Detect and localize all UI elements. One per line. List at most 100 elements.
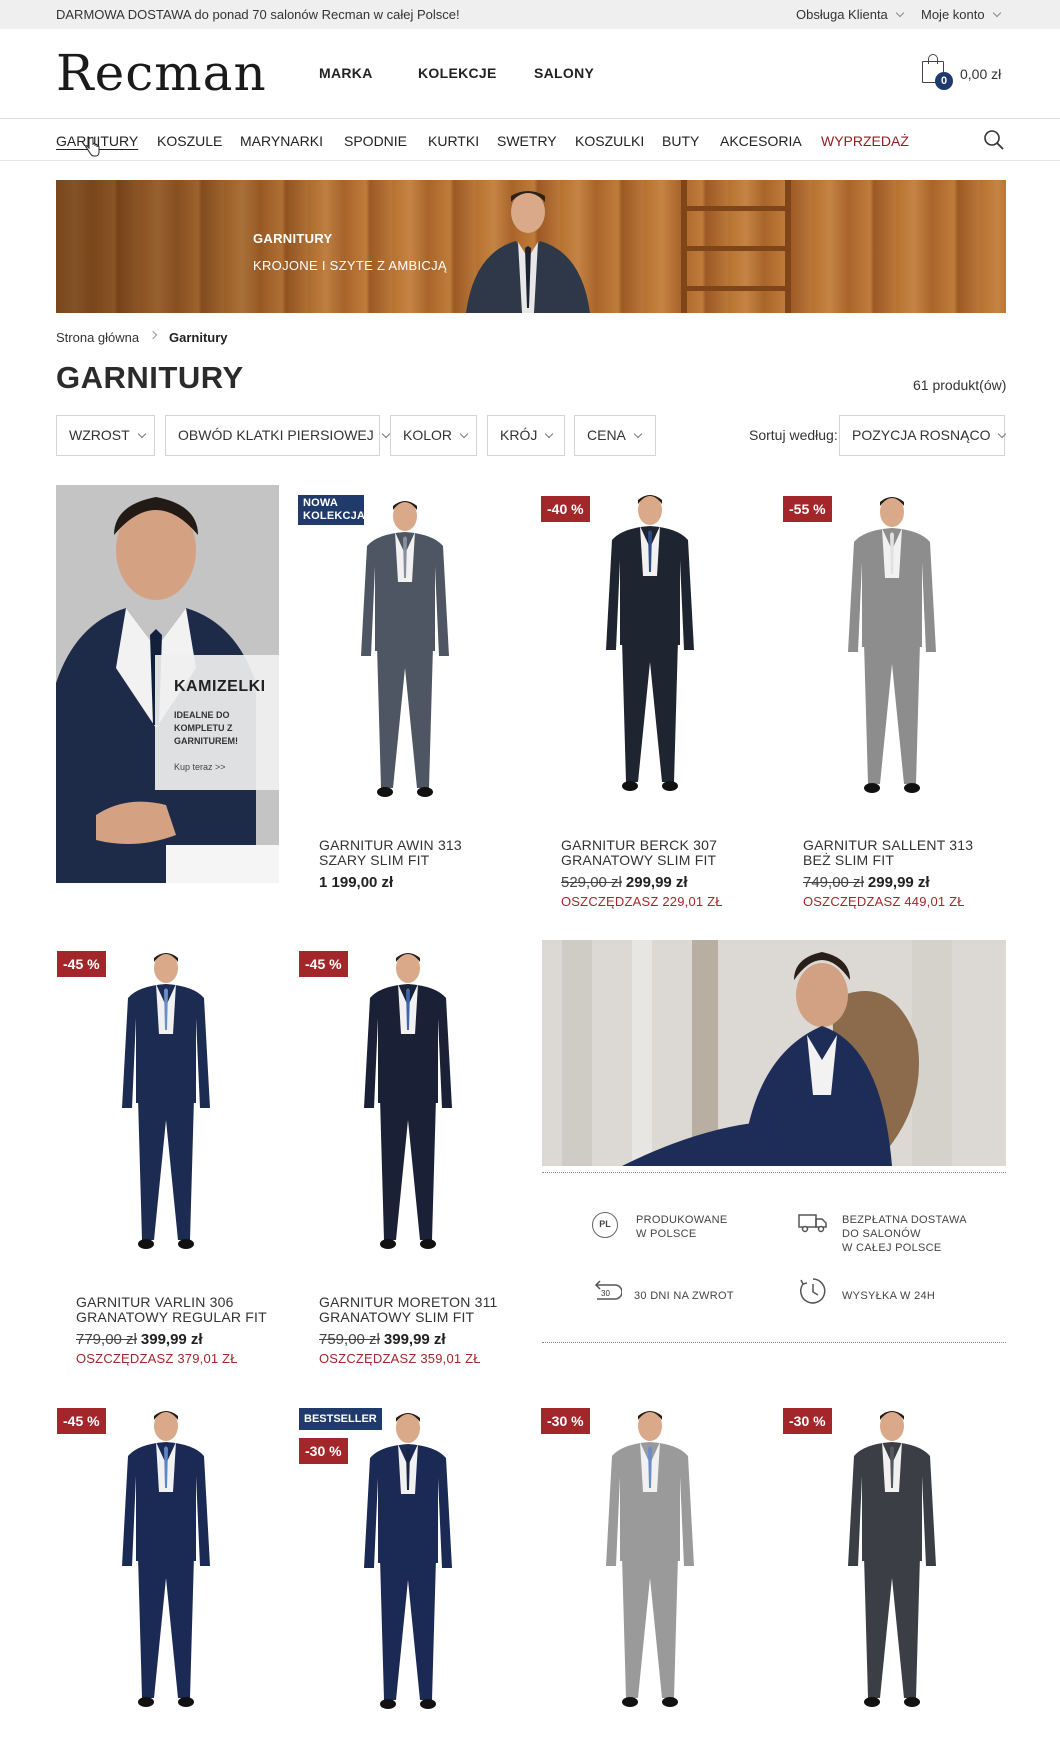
filter-wzrost[interactable]: WZROST xyxy=(56,415,155,456)
suit-model-icon xyxy=(848,497,936,793)
feature-free-delivery: BEZPŁATNA DOSTAWA DO SALONÓW W CAŁEJ POL… xyxy=(842,1214,967,1254)
promo-link[interactable]: Kup teraz >> xyxy=(174,762,226,772)
suit-model-icon xyxy=(361,501,449,797)
filter-cena[interactable]: CENA xyxy=(574,415,656,456)
clock-icon xyxy=(800,1278,826,1304)
filter-kolor[interactable]: KOLOR xyxy=(390,415,477,456)
product-variant[interactable]: GRANATOWY SLIM FIT xyxy=(319,1310,474,1325)
return-30-days-icon: 30 xyxy=(594,1280,622,1300)
old-price: 529,00 zł xyxy=(561,874,622,891)
product-price: 529,00 zł 299,99 zł xyxy=(561,874,688,891)
product-name[interactable]: GARNITUR VARLIN 306 xyxy=(76,1295,234,1310)
suit-model-icon xyxy=(364,953,452,1249)
cart-button[interactable]: 0 xyxy=(920,52,953,90)
page-title: GARNITURY xyxy=(56,360,244,395)
nav-marka[interactable]: MARKA xyxy=(319,65,373,81)
chevron-down-icon xyxy=(992,8,1001,18)
savings-text: OSZCZĘDZASZ 359,01 ZŁ xyxy=(319,1351,481,1366)
suit-model-icon xyxy=(606,495,694,791)
discount-badge: -45 % xyxy=(57,1408,106,1434)
breadcrumb-current: Garnitury xyxy=(169,330,228,345)
old-price: 759,00 zł xyxy=(319,1331,380,1348)
product-variant[interactable]: BEŻ SLIM FIT xyxy=(803,853,894,868)
product-image[interactable] xyxy=(590,492,710,807)
category-koszule[interactable]: KOSZULE xyxy=(157,133,222,149)
feature-24h-shipping: WYSYŁKA W 24H xyxy=(842,1290,936,1302)
category-koszulki[interactable]: KOSZULKI xyxy=(575,133,644,149)
feature-produced-in-poland: PRODUKOWANE W POLSCE xyxy=(636,1214,728,1240)
svg-text:30: 30 xyxy=(601,1289,610,1298)
filter-kroj[interactable]: KRÓJ xyxy=(487,415,565,456)
chevron-down-icon xyxy=(459,429,469,439)
old-price: 749,00 zł xyxy=(803,874,864,891)
category-swetry[interactable]: SWETRY xyxy=(497,133,557,149)
category-banner[interactable] xyxy=(56,180,1006,313)
category-spodnie[interactable]: SPODNIE xyxy=(344,133,407,149)
product-variant[interactable]: SZARY SLIM FIT xyxy=(319,853,429,868)
model-image xyxy=(466,191,590,313)
category-marynarki[interactable]: MARYNARKI xyxy=(240,133,323,149)
product-variant[interactable]: GRANATOWY SLIM FIT xyxy=(561,853,716,868)
discount-badge: -40 % xyxy=(541,496,590,522)
category-akcesoria[interactable]: AKCESORIA xyxy=(720,133,802,149)
product-image[interactable] xyxy=(832,1408,952,1723)
customer-service-menu[interactable]: Obsługa Klienta xyxy=(796,7,905,22)
sort-label: Sortuj według: xyxy=(749,427,838,443)
top-bar: DARMOWA DOSTAWA do ponad 70 salonów Recm… xyxy=(0,0,1060,29)
banner-title: GARNITURY xyxy=(253,231,333,246)
suit-model-icon xyxy=(122,953,210,1249)
suit-model-icon xyxy=(122,1411,210,1707)
lifestyle-image[interactable] xyxy=(542,940,1006,1166)
cart-count-badge: 0 xyxy=(935,72,953,90)
savings-text: OSZCZĘDZASZ 379,01 ZŁ xyxy=(76,1351,238,1366)
account-menu[interactable]: Moje konto xyxy=(921,7,1001,22)
discount-badge: -30 % xyxy=(541,1408,590,1434)
product-variant[interactable]: GRANATOWY REGULAR FIT xyxy=(76,1310,267,1325)
product-image[interactable] xyxy=(106,1408,226,1723)
chevron-down-icon xyxy=(633,429,643,439)
product-count: 61 produkt(ów) xyxy=(913,377,1007,393)
product-image[interactable] xyxy=(348,950,468,1265)
promo-text: DARMOWA DOSTAWA do ponad 70 salonów Recm… xyxy=(56,7,460,22)
product-image[interactable] xyxy=(345,498,465,813)
category-kurtki[interactable]: KURTKI xyxy=(428,133,479,149)
product-name[interactable]: GARNITUR BERCK 307 xyxy=(561,838,717,853)
sort-select[interactable]: POZYCJA ROSNĄCO xyxy=(839,415,1007,456)
promo-text: IDEALNE DO KOMPLETU Z GARNITUREM! xyxy=(174,710,238,746)
chevron-down-icon xyxy=(895,8,905,18)
chevron-down-icon xyxy=(998,429,1007,439)
category-wyprzedaz[interactable]: WYPRZEDAŻ xyxy=(821,133,909,149)
new-price: 299,99 zł xyxy=(867,874,930,891)
discount-badge: -45 % xyxy=(57,951,106,977)
chevron-down-icon xyxy=(381,429,391,439)
banner-subtitle: KROJONE I SZYTE Z AMBICJĄ xyxy=(253,258,447,273)
product-name[interactable]: GARNITUR AWIN 313 xyxy=(319,838,462,853)
nav-salony[interactable]: SALONY xyxy=(534,65,594,81)
nav-kolekcje[interactable]: KOLEKCJE xyxy=(418,65,497,81)
product-name[interactable]: GARNITUR MORETON 311 xyxy=(319,1295,498,1310)
product-image[interactable] xyxy=(106,950,226,1265)
cart-total[interactable]: 0,00 zł xyxy=(960,66,1001,82)
breadcrumb-home[interactable]: Strona główna xyxy=(56,330,139,345)
divider xyxy=(542,1342,1006,1343)
chevron-right-icon xyxy=(148,330,158,340)
product-price: 1 199,00 zł xyxy=(319,874,394,891)
product-image[interactable] xyxy=(832,494,952,809)
savings-text: OSZCZĘDZASZ 449,01 ZŁ xyxy=(803,894,965,909)
feature-30-day-return: 30 DNI NA ZWROT xyxy=(634,1290,734,1302)
product-image[interactable] xyxy=(590,1408,710,1723)
savings-text: OSZCZĘDZASZ 229,01 ZŁ xyxy=(561,894,723,909)
new-price: 299,99 zł xyxy=(625,874,688,891)
pl-badge-icon: PL xyxy=(592,1212,618,1238)
search-icon[interactable] xyxy=(984,130,1004,150)
discount-badge: -30 % xyxy=(783,1408,832,1434)
customer-service-label: Obsługa Klienta xyxy=(796,7,888,22)
product-image[interactable] xyxy=(348,1410,468,1725)
chevron-down-icon xyxy=(137,429,146,439)
filter-obwod-klatki[interactable]: OBWÓD KLATKI PIERSIOWEJ xyxy=(165,415,391,456)
product-price: 749,00 zł 299,99 zł xyxy=(803,874,930,891)
logo[interactable]: Recman xyxy=(56,48,267,98)
divider xyxy=(0,118,1060,119)
product-name[interactable]: GARNITUR SALLENT 313 xyxy=(803,838,973,853)
category-buty[interactable]: BUTY xyxy=(662,133,699,149)
